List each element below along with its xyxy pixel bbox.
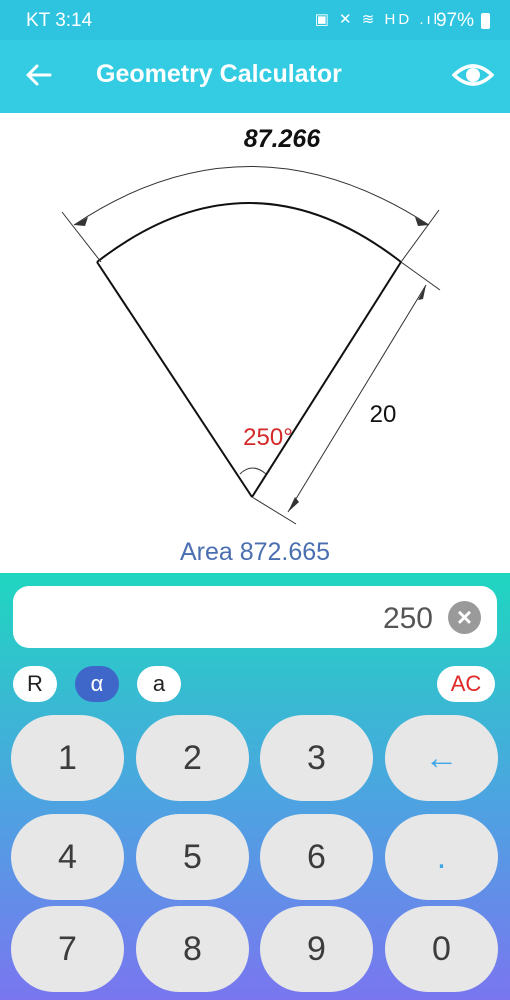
key-9[interactable]: 9 — [260, 906, 373, 992]
radius-label: 20 — [370, 401, 397, 428]
key-7[interactable]: 7 — [11, 906, 124, 992]
sector-diagram: 87.266 20 250° — [61, 125, 441, 525]
battery-level: 97% — [435, 10, 474, 31]
arc-dimension-line — [73, 166, 430, 226]
key-0[interactable]: 0 — [385, 906, 498, 992]
sector-arc — [96, 202, 402, 263]
all-clear-button[interactable]: AC — [437, 666, 495, 702]
page-title: Geometry Calculator — [96, 60, 342, 88]
key-3[interactable]: 3 — [260, 715, 373, 801]
angle-marker — [239, 467, 267, 475]
key-8[interactable]: 8 — [136, 906, 249, 992]
key-4[interactable]: 4 — [11, 814, 124, 900]
key-5[interactable]: 5 — [136, 814, 249, 900]
battery-icon — [481, 13, 490, 29]
key-1[interactable]: 1 — [11, 715, 124, 801]
key-6[interactable]: 6 — [260, 814, 373, 900]
mode-radius-button[interactable]: R — [13, 666, 57, 702]
mode-arc-button[interactable]: a — [137, 666, 181, 702]
value-display[interactable]: 250 × — [13, 586, 497, 648]
arc-length-label: 87.266 — [244, 125, 322, 153]
eye-icon[interactable] — [452, 56, 494, 94]
area-result: Area 872.665 — [179, 538, 331, 566]
keypad-panel: 250 × R α a AC 1 2 3 ← 4 5 6 . 7 8 9 0 — [0, 573, 510, 1000]
input-value: 250 — [382, 602, 433, 635]
arrow-left-icon[interactable] — [22, 58, 56, 92]
app-bar: Geometry Calculator — [0, 40, 510, 113]
sector-right-radius — [251, 261, 402, 498]
status-bar: KT 3:14 ▣ ✕ ≋ HD .ıl 97% — [0, 0, 510, 40]
status-time: KT 3:14 — [26, 10, 93, 31]
backspace-button[interactable]: ← — [385, 715, 498, 801]
radius-dimension-line — [287, 284, 427, 513]
angle-label: 250° — [243, 424, 293, 451]
clear-input-icon[interactable]: × — [448, 601, 481, 634]
sector-left-radius — [96, 261, 253, 498]
status-icons: ▣ ✕ ≋ HD .ıl — [314, 11, 440, 28]
mode-angle-button[interactable]: α — [75, 666, 119, 702]
key-2[interactable]: 2 — [136, 715, 249, 801]
decimal-point-button[interactable]: . — [385, 814, 498, 900]
